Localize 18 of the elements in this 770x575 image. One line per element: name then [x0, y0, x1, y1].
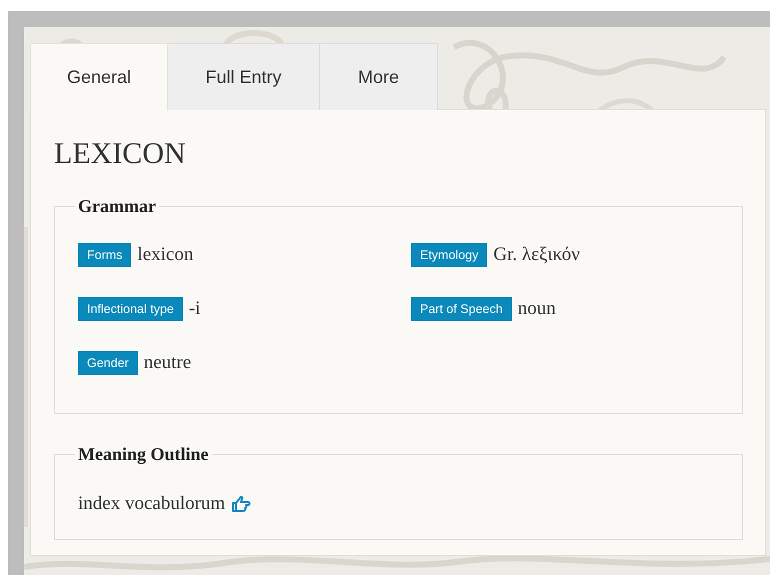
field-label: Inflectional type — [78, 297, 183, 321]
field-value: lexicon — [137, 244, 194, 266]
pointing-hand-icon[interactable] — [231, 495, 252, 513]
section-heading: Meaning Outline — [77, 444, 210, 465]
tab[interactable]: Full Entry — [168, 43, 320, 110]
tab[interactable]: More — [320, 43, 438, 110]
field-label: Forms — [78, 243, 132, 267]
field-value: noun — [518, 298, 556, 320]
field-value: -i — [188, 298, 200, 320]
meaning-text: index vocabulorum — [78, 493, 226, 515]
field-label: Etymology — [411, 243, 488, 267]
tab[interactable]: General — [30, 43, 168, 111]
field-value: Gr. λεξικόν — [493, 244, 580, 266]
field-value: neutre — [144, 352, 192, 374]
field-label: Part of Speech — [411, 297, 512, 321]
entry-title: LEXICON — [54, 136, 187, 172]
field-label: Gender — [78, 351, 138, 375]
section-heading: Grammar — [77, 196, 157, 217]
